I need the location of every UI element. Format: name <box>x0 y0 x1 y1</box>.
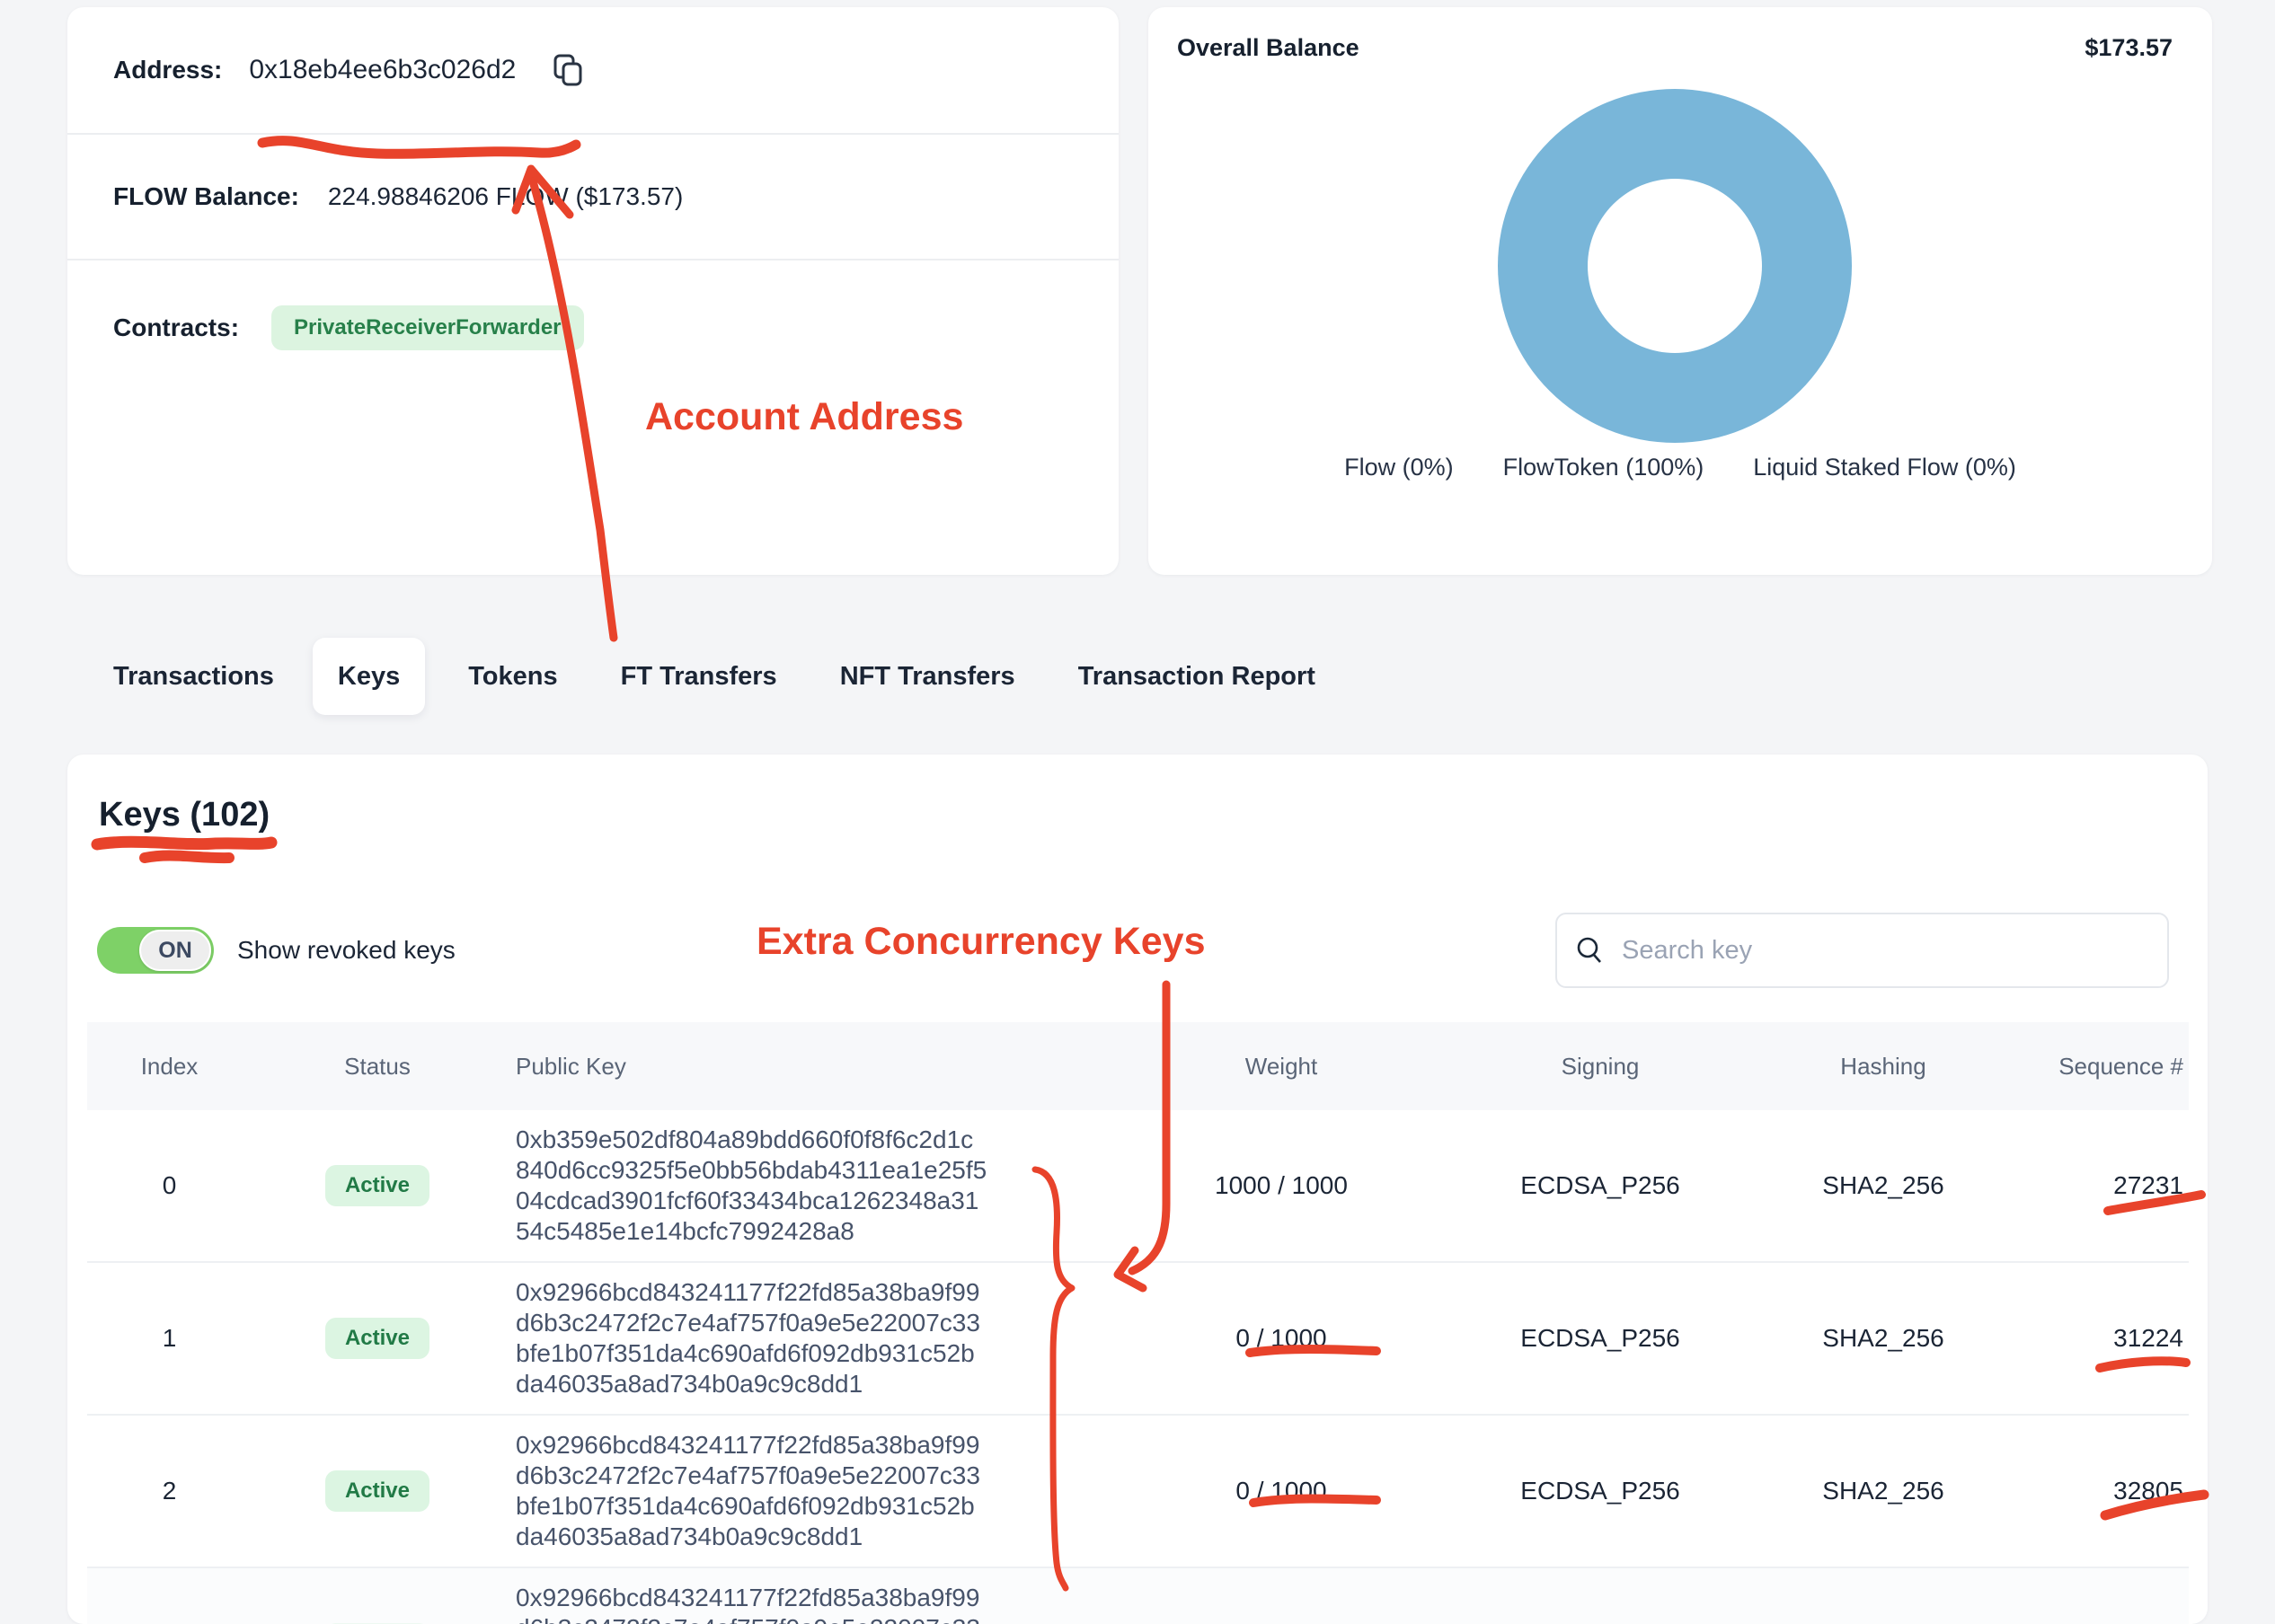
show-revoked-keys-toggle[interactable]: ON <box>97 927 214 974</box>
overall-balance-card: Overall Balance $173.57 Flow (0%) FlowTo… <box>1148 7 2212 575</box>
contracts-label: Contracts: <box>113 313 239 342</box>
legend-item-liquid-staked-flow: Liquid Staked Flow (0%) <box>1753 454 2016 481</box>
public-key-value: 0x92966bcd843241177f22fd85a38ba9f99 d6b3… <box>503 1263 1111 1414</box>
donut-legend: Flow (0%) FlowToken (100%) Liquid Staked… <box>1148 454 2212 481</box>
key-search-box <box>1555 913 2169 988</box>
key-weight: 0 / 1000 <box>1111 1477 1452 1505</box>
copy-address-button[interactable] <box>550 52 586 88</box>
tab-transactions[interactable]: Transactions <box>113 662 274 692</box>
account-tabs: Transactions Keys Tokens FT Transfers NF… <box>113 638 1315 715</box>
key-index: 1 <box>87 1324 252 1353</box>
table-row: 3 Active 0x92966bcd843241177f22fd85a38ba… <box>87 1568 2189 1624</box>
tab-ft-transfers[interactable]: FT Transfers <box>621 662 777 692</box>
contracts-row: Contracts: PrivateReceiverForwarder <box>113 260 1092 575</box>
tab-nft-transfers[interactable]: NFT Transfers <box>840 662 1015 692</box>
address-value: 0x18eb4ee6b3c026d2 <box>249 55 516 85</box>
key-hashing-algo: SHA2_256 <box>1748 1324 2018 1353</box>
status-badge: Active <box>325 1318 429 1359</box>
table-row: 1 Active 0x92966bcd843241177f22fd85a38ba… <box>87 1263 2189 1416</box>
copy-icon <box>550 52 586 88</box>
search-icon <box>1575 935 1606 966</box>
keys-panel: Keys (102) ON Show revoked keys Index St… <box>67 755 2208 1624</box>
status-badge: Active <box>325 1165 429 1206</box>
tab-tokens[interactable]: Tokens <box>468 662 557 692</box>
key-signing-algo: ECDSA_P256 <box>1452 1324 1748 1353</box>
legend-item-flow: Flow (0%) <box>1344 454 1454 481</box>
toggle-knob[interactable]: ON <box>139 930 211 971</box>
key-hashing-algo: SHA2_256 <box>1748 1477 2018 1505</box>
flow-balance-value: 224.98846206 FLOW ($173.57) <box>328 182 683 211</box>
flow-balance-row: FLOW Balance: 224.98846206 FLOW ($173.57… <box>113 135 1092 259</box>
address-label: Address: <box>113 56 222 84</box>
balance-donut-chart <box>1498 89 1852 443</box>
key-status-cell: Active <box>252 1165 503 1206</box>
header-weight: Weight <box>1111 1053 1452 1081</box>
key-weight: 1000 / 1000 <box>1111 1171 1452 1200</box>
public-key-value: 0xb359e502df804a89bdd660f0f8f6c2d1c 840d… <box>503 1110 1111 1261</box>
status-badge: Active <box>325 1470 429 1512</box>
tab-keys[interactable]: Keys <box>313 638 425 715</box>
public-key-value: 0x92966bcd843241177f22fd85a38ba9f99 d6b3… <box>503 1416 1111 1567</box>
key-status-cell: Active <box>252 1470 503 1512</box>
key-sequence-number: 27231 <box>2018 1171 2189 1200</box>
tab-transaction-report[interactable]: Transaction Report <box>1078 662 1315 692</box>
overall-balance-title: Overall Balance <box>1177 34 1359 62</box>
legend-item-flowtoken: FlowToken (100%) <box>1503 454 1704 481</box>
key-signing-algo: ECDSA_P256 <box>1452 1171 1748 1200</box>
flow-balance-label: FLOW Balance: <box>113 182 299 211</box>
keys-table-body: 0 Active 0xb359e502df804a89bdd660f0f8f6c… <box>87 1110 2189 1624</box>
header-index: Index <box>87 1053 252 1081</box>
key-status-cell: Active <box>252 1318 503 1359</box>
public-key-value: 0x92966bcd843241177f22fd85a38ba9f99 d6b3… <box>503 1568 1111 1624</box>
key-index: 0 <box>87 1171 252 1200</box>
header-signing: Signing <box>1452 1053 1748 1081</box>
address-row: Address: 0x18eb4ee6b3c026d2 <box>113 7 1092 133</box>
header-public-key: Public Key <box>503 1053 1111 1081</box>
contract-badge[interactable]: PrivateReceiverForwarder <box>271 305 584 350</box>
key-sequence-number: 32805 <box>2018 1477 2189 1505</box>
keys-section-title: Keys (102) <box>99 796 270 834</box>
header-status: Status <box>252 1053 503 1081</box>
keys-table-header: Index Status Public Key Weight Signing H… <box>87 1022 2189 1110</box>
header-hashing: Hashing <box>1748 1053 2018 1081</box>
key-signing-algo: ECDSA_P256 <box>1452 1477 1748 1505</box>
key-index: 2 <box>87 1477 252 1505</box>
key-weight: 0 / 1000 <box>1111 1324 1452 1353</box>
key-sequence-number: 31224 <box>2018 1324 2189 1353</box>
key-hashing-algo: SHA2_256 <box>1748 1171 2018 1200</box>
table-row: 0 Active 0xb359e502df804a89bdd660f0f8f6c… <box>87 1110 2189 1263</box>
overall-balance-total: $173.57 <box>2085 34 2173 62</box>
show-revoked-keys-label: Show revoked keys <box>237 936 456 965</box>
keys-table: Index Status Public Key Weight Signing H… <box>87 1022 2189 1624</box>
search-key-input[interactable] <box>1622 936 2149 966</box>
header-sequence: Sequence # <box>2018 1053 2189 1081</box>
table-row: 2 Active 0x92966bcd843241177f22fd85a38ba… <box>87 1416 2189 1568</box>
account-summary-card: Address: 0x18eb4ee6b3c026d2 FLOW Balance… <box>67 7 1119 575</box>
